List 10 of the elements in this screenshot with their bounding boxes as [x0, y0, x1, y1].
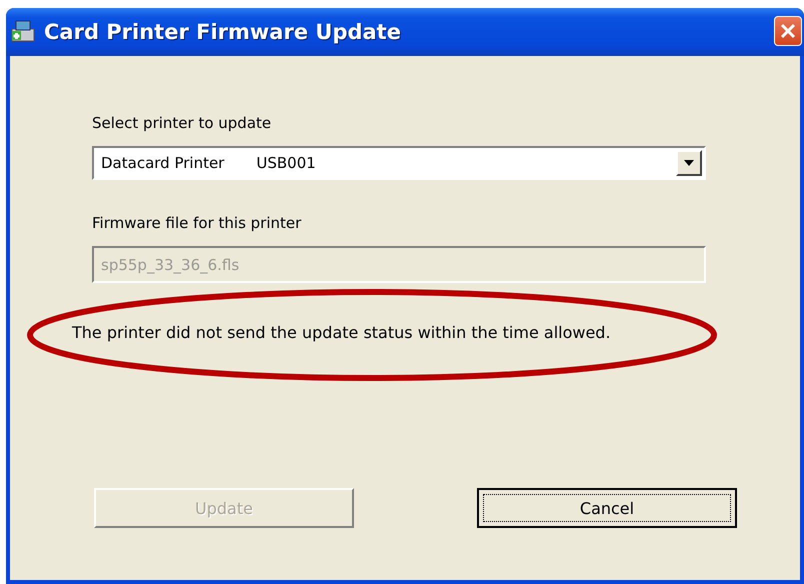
dropdown-arrow-button[interactable] — [676, 150, 702, 176]
field-label: Select printer to update — [92, 114, 272, 134]
caret-icon — [684, 160, 694, 166]
close-button[interactable] — [774, 16, 802, 46]
status-message: The printer did not send the update status within the time allowed. — [72, 323, 612, 342]
close-icon — [779, 22, 797, 40]
printer-dropdown[interactable]: Datacard Printer USB001 — [92, 146, 706, 180]
field-label: Firmware file for this printer — [92, 214, 302, 234]
dialog-button[interactable]: Cancel — [477, 488, 737, 528]
window-title: Card Printer Firmware Update — [44, 20, 401, 44]
